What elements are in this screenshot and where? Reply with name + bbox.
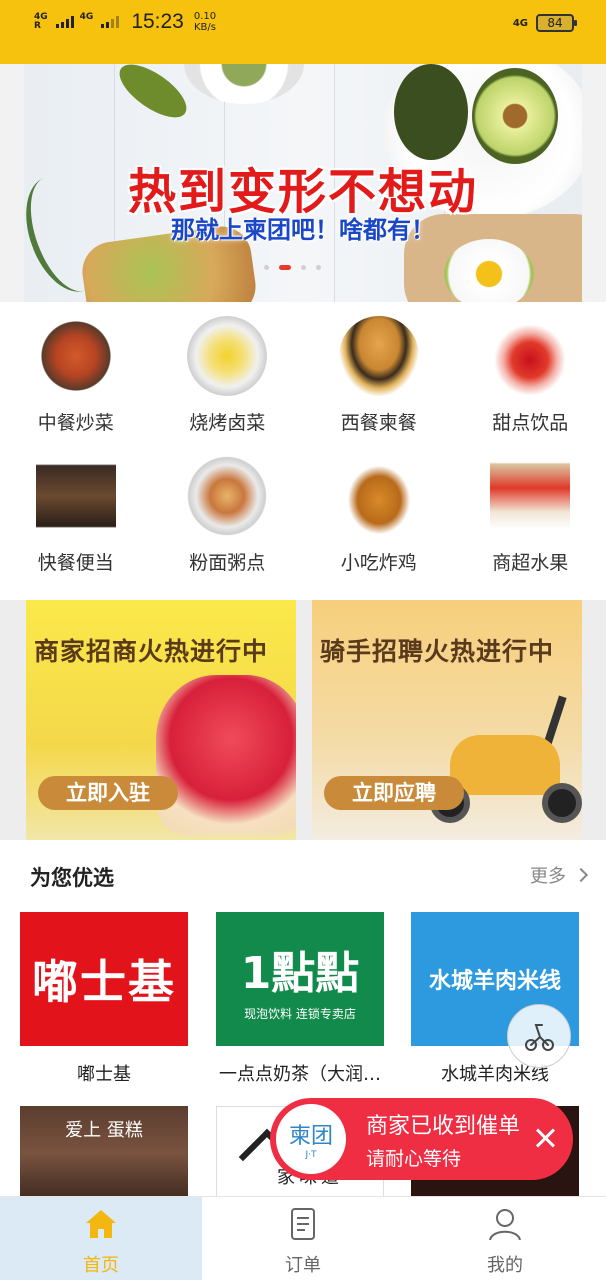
toast-submessage: 请耐心等待 — [366, 1148, 462, 1170]
signal-bars-icon — [55, 16, 74, 28]
shop-card[interactable]: 嘟士基 嘟士基 — [20, 912, 188, 1086]
close-icon[interactable] — [533, 1126, 557, 1150]
drink-icon — [490, 316, 571, 396]
merchant-recruit-card[interactable]: 商家招商火热进行中 立即入驻 — [26, 600, 296, 840]
fried-egg-image — [444, 239, 534, 302]
home-icon — [86, 1210, 116, 1238]
promo-section: 商家招商火热进行中 立即入驻 骑手招聘火热进行中 立即应聘 — [0, 600, 606, 840]
cake-image — [156, 675, 296, 835]
shop-logo: 嘟士基 — [20, 912, 188, 1046]
avocado-half-image — [472, 68, 558, 164]
category-item[interactable]: 烧烤卤菜 — [152, 316, 304, 456]
shop-logo: 1點點 现泡饮料 连锁专卖店 — [216, 912, 384, 1046]
shop-name: 一点点奶茶（大润… — [219, 1064, 381, 1085]
signal-icon: 4G R — [34, 12, 48, 31]
category-item[interactable]: 粉面粥点 — [152, 456, 304, 596]
grocery-icon — [490, 456, 571, 536]
signal-icon-2: 4G — [79, 12, 94, 22]
avocado-slice-image — [111, 64, 195, 128]
more-link[interactable]: 更多 — [530, 862, 589, 888]
category-item[interactable]: 西餐柬餐 — [303, 316, 455, 456]
noodle-icon — [187, 456, 268, 536]
shop-card[interactable]: 爱上 蛋糕 — [20, 1106, 188, 1200]
rider-tracking-button[interactable] — [507, 1004, 571, 1068]
join-now-button[interactable]: 立即入驻 — [38, 776, 178, 810]
toast-message: 商家已收到催单 — [366, 1114, 521, 1139]
battery-icon: 84 — [536, 14, 577, 32]
pagination-dot-active[interactable] — [279, 265, 291, 270]
salad-bowl-image — [184, 64, 304, 104]
network-speed: 0.10 KB/s — [193, 11, 217, 33]
banner-subtitle: 那就上柬团吧！啥都有！ — [171, 216, 435, 244]
clock: 15:23 — [131, 10, 184, 33]
bento-icon — [35, 456, 116, 536]
category-item[interactable]: 商超水果 — [455, 456, 606, 596]
signal-bars-icon-2 — [101, 16, 120, 28]
category-item[interactable]: 快餐便当 — [0, 456, 152, 596]
category-item[interactable]: 小吃炸鸡 — [303, 456, 455, 596]
stir-fry-icon — [35, 316, 116, 396]
category-grid: 中餐炒菜 烧烤卤菜 西餐柬餐 甜点饮品 快餐便当 粉面粥点 小吃炸鸡 商超水果 — [0, 302, 606, 600]
pagination-dot[interactable] — [264, 265, 269, 270]
chevron-right-icon — [573, 867, 589, 883]
category-item[interactable]: 中餐炒菜 — [0, 316, 152, 456]
tab-home[interactable]: 首页 — [0, 1197, 202, 1280]
category-item[interactable]: 甜点饮品 — [455, 316, 606, 456]
reminder-toast: 柬团 J·T 商家已收到催单 请耐心等待 — [270, 1098, 573, 1180]
burger-icon — [338, 316, 419, 396]
pagination-dot[interactable] — [316, 265, 321, 270]
scooter-outline-icon — [525, 1024, 554, 1051]
fried-chicken-icon — [338, 456, 419, 536]
section-title: 为您优选 — [30, 866, 114, 890]
order-icon — [291, 1208, 315, 1240]
user-icon — [489, 1209, 521, 1241]
pagination-dot[interactable] — [301, 265, 306, 270]
status-bar: 4G R 4G 15:23 0.10 KB/s 4G 84 — [0, 0, 606, 64]
app-home: 4G R 4G 15:23 0.10 KB/s 4G 84 热到变形不想动 那就… — [0, 0, 606, 1280]
banner-pagination — [264, 265, 321, 270]
shop-name: 嘟士基 — [77, 1064, 131, 1085]
jt-logo: 柬团 J·T — [276, 1104, 346, 1174]
bottom-tab-bar: 首页 订单 我的 — [0, 1196, 606, 1280]
avocado-image — [394, 64, 468, 160]
bbq-icon — [187, 316, 268, 396]
shop-card[interactable]: 1點點 现泡饮料 连锁专卖店 一点点奶茶（大润… — [216, 912, 384, 1086]
rider-recruit-card[interactable]: 骑手招聘火热进行中 立即应聘 — [312, 600, 582, 840]
apply-now-button[interactable]: 立即应聘 — [324, 776, 464, 810]
tab-profile[interactable]: 我的 — [404, 1197, 606, 1280]
promo-banner[interactable]: 热到变形不想动 那就上柬团吧！啥都有！ — [24, 64, 582, 302]
tab-orders[interactable]: 订单 — [202, 1197, 404, 1280]
network-4g-icon: 4G — [512, 17, 528, 29]
